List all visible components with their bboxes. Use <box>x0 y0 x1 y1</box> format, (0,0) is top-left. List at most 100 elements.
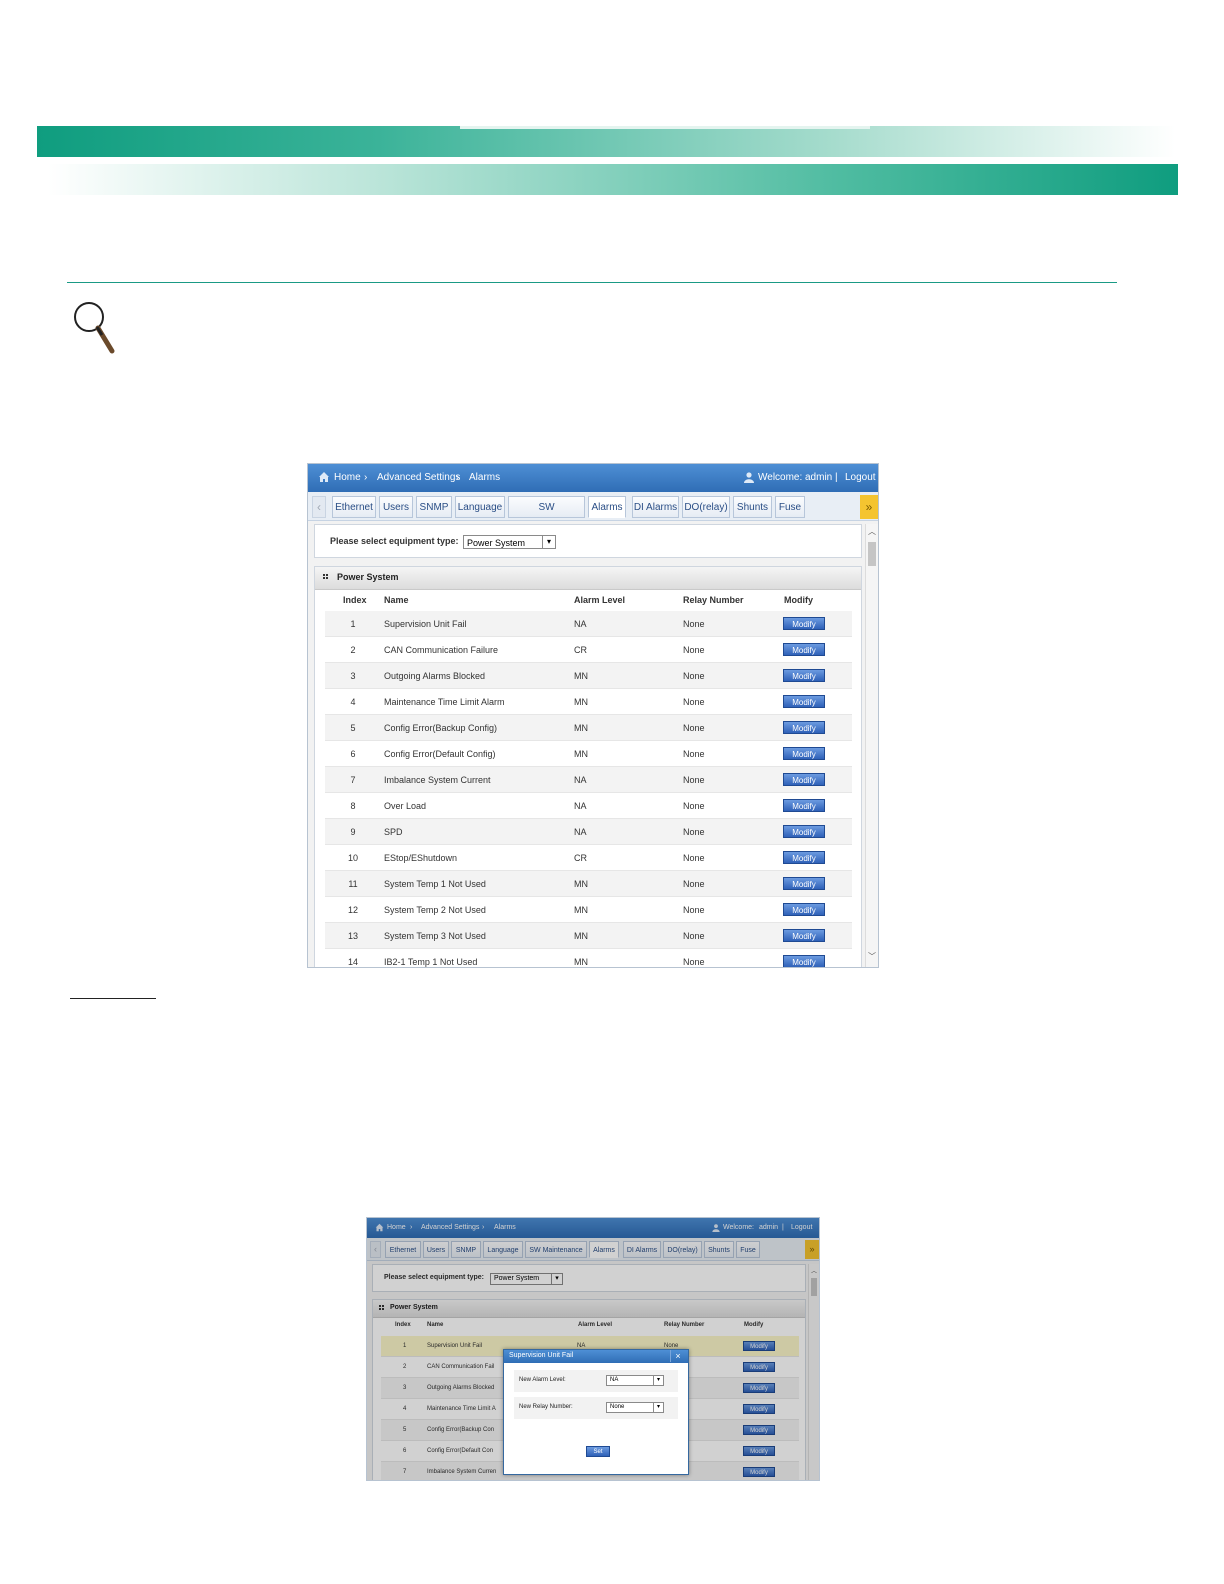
chevron-down-icon: ▾ <box>542 536 555 548</box>
chevron-right-icon: › <box>456 472 460 483</box>
alarm-level-select[interactable]: NA ▾ <box>606 1375 664 1386</box>
cell-relay-number: None <box>683 619 705 629</box>
column-header-alarm-level: Alarm Level <box>574 595 626 605</box>
table-row: 11 System Temp 1 Not Used MN None Modify <box>325 871 852 897</box>
cell-alarm-level: MN <box>574 931 588 941</box>
tab-fuse[interactable]: Fuse <box>775 496 805 518</box>
alarms-panel: Power System Index Name Alarm Level Rela… <box>314 566 862 967</box>
table-row: 9 SPD NA None Modify <box>325 819 852 845</box>
table-row: 3 Outgoing Alarms Blocked MN None Modify <box>325 663 852 689</box>
modify-button[interactable]: Modify <box>783 877 825 890</box>
cell-relay-number: None <box>683 697 705 707</box>
scroll-down-icon[interactable]: ﹀ <box>866 951 878 963</box>
tab-sw-maintenance[interactable]: SW Maintenance <box>508 496 585 535</box>
cell-relay-number: None <box>683 645 705 655</box>
modify-button[interactable]: Modify <box>783 929 825 942</box>
modify-button[interactable]: Modify <box>783 747 825 760</box>
cell-relay-number: None <box>683 775 705 785</box>
scroll-up-icon[interactable]: ︿ <box>866 526 878 538</box>
vertical-scrollbar[interactable]: ︿ ﹀ <box>865 524 878 967</box>
top-navigation-bar: Home › Advanced Settings › Alarms Welcom… <box>308 464 878 492</box>
cell-index: 6 <box>350 749 356 759</box>
table-row: 10 EStop/EShutdown CR None Modify <box>325 845 852 871</box>
modify-alarm-dialog: Supervision Unit Fail × New Alarm Level:… <box>503 1349 689 1475</box>
table-row: 8 Over Load NA None Modify <box>325 793 852 819</box>
cell-alarm-level: MN <box>574 723 588 733</box>
equipment-type-label: Please select equipment type: <box>330 536 459 546</box>
tab-shunts[interactable]: Shunts <box>733 496 772 518</box>
cell-relay-number: None <box>683 827 705 837</box>
modify-button[interactable]: Modify <box>783 903 825 916</box>
cell-name: IB2-1 Temp 1 Not Used <box>384 957 478 967</box>
tab-alarms[interactable]: Alarms <box>588 496 626 518</box>
modify-button[interactable]: Modify <box>783 617 825 630</box>
equipment-type-select[interactable]: Power System ▾ <box>463 535 556 549</box>
modify-button[interactable]: Modify <box>783 825 825 838</box>
modify-button[interactable]: Modify <box>783 799 825 812</box>
close-icon[interactable]: × <box>670 1350 685 1362</box>
cell-alarm-level: MN <box>574 749 588 759</box>
table-row: 2 CAN Communication Failure CR None Modify <box>325 637 852 663</box>
cell-alarm-level: CR <box>574 853 587 863</box>
modify-button[interactable]: Modify <box>783 669 825 682</box>
relay-number-select[interactable]: None ▾ <box>606 1402 664 1413</box>
relay-number-field: New Relay Number: None ▾ <box>514 1397 678 1419</box>
equipment-selector: Please select equipment type: Power Syst… <box>314 524 862 558</box>
settings-tabs: ‹ Ethernet Users SNMP Language SW Mainte… <box>308 492 878 535</box>
tab-language[interactable]: Language <box>455 496 505 518</box>
alarm-level-field: New Alarm Level: NA ▾ <box>514 1370 678 1392</box>
cell-alarm-level: NA <box>574 827 587 837</box>
cell-relay-number: None <box>683 931 705 941</box>
logout-link[interactable]: Logout <box>845 472 876 483</box>
tab-do-relay[interactable]: DO(relay) <box>682 496 730 518</box>
modify-button[interactable]: Modify <box>783 643 825 656</box>
tab-ethernet[interactable]: Ethernet <box>332 496 376 518</box>
cell-name: Imbalance System Current <box>384 775 491 785</box>
cell-alarm-level: NA <box>574 619 587 629</box>
cell-name: System Temp 2 Not Used <box>384 905 486 915</box>
grid-bullet-icon <box>323 574 329 580</box>
cell-index: 7 <box>350 775 356 785</box>
user-icon <box>744 472 754 483</box>
dialog-header: Supervision Unit Fail × <box>504 1350 688 1363</box>
header-band-highlight <box>460 126 870 129</box>
cell-index: 11 <box>348 879 358 889</box>
panel-header: Power System <box>315 567 861 590</box>
cell-index: 12 <box>347 905 358 915</box>
tab-users[interactable]: Users <box>379 496 413 518</box>
modify-button[interactable]: Modify <box>783 721 825 734</box>
modify-button[interactable]: Modify <box>783 851 825 864</box>
column-header-index: Index <box>343 595 367 605</box>
breadcrumb-current: Alarms <box>469 472 501 483</box>
cell-index: 14 <box>347 957 358 967</box>
table-row: 12 System Temp 2 Not Used MN None Modify <box>325 897 852 923</box>
cell-relay-number: None <box>683 801 705 811</box>
breadcrumb-advanced-settings[interactable]: Advanced Settings <box>377 472 460 483</box>
cell-index: 13 <box>347 931 358 941</box>
modify-button[interactable]: Modify <box>783 955 825 967</box>
cell-index: 1 <box>350 619 356 629</box>
modify-button[interactable]: Modify <box>783 773 825 786</box>
cell-alarm-level: NA <box>574 775 587 785</box>
table-row: 13 System Temp 3 Not Used MN None Modify <box>325 923 852 949</box>
set-button[interactable]: Set <box>586 1446 610 1457</box>
cell-name: EStop/EShutdown <box>384 853 458 863</box>
alarm-level-value: NA <box>610 1377 619 1383</box>
alarm-level-label: New Alarm Level: <box>519 1377 566 1383</box>
relay-number-label: New Relay Number: <box>519 1404 573 1410</box>
tabs-next-icon[interactable]: » <box>860 495 878 519</box>
cell-relay-number: None <box>683 957 705 967</box>
cell-name: Over Load <box>384 801 427 811</box>
cell-name: CAN Communication Failure <box>384 645 499 655</box>
tab-snmp[interactable]: SNMP <box>416 496 452 518</box>
tabs-prev-icon[interactable]: ‹ <box>312 496 326 518</box>
cell-relay-number: None <box>683 749 705 759</box>
breadcrumb-home[interactable]: Home <box>334 472 361 483</box>
tab-di-alarms[interactable]: DI Alarms <box>632 496 679 518</box>
cell-index: 5 <box>350 723 356 733</box>
modify-button[interactable]: Modify <box>783 695 825 708</box>
chevron-down-icon: ▾ <box>653 1403 663 1412</box>
column-header-relay-number: Relay Number <box>683 595 744 605</box>
scroll-thumb[interactable] <box>868 542 876 566</box>
home-icon[interactable] <box>318 471 330 483</box>
